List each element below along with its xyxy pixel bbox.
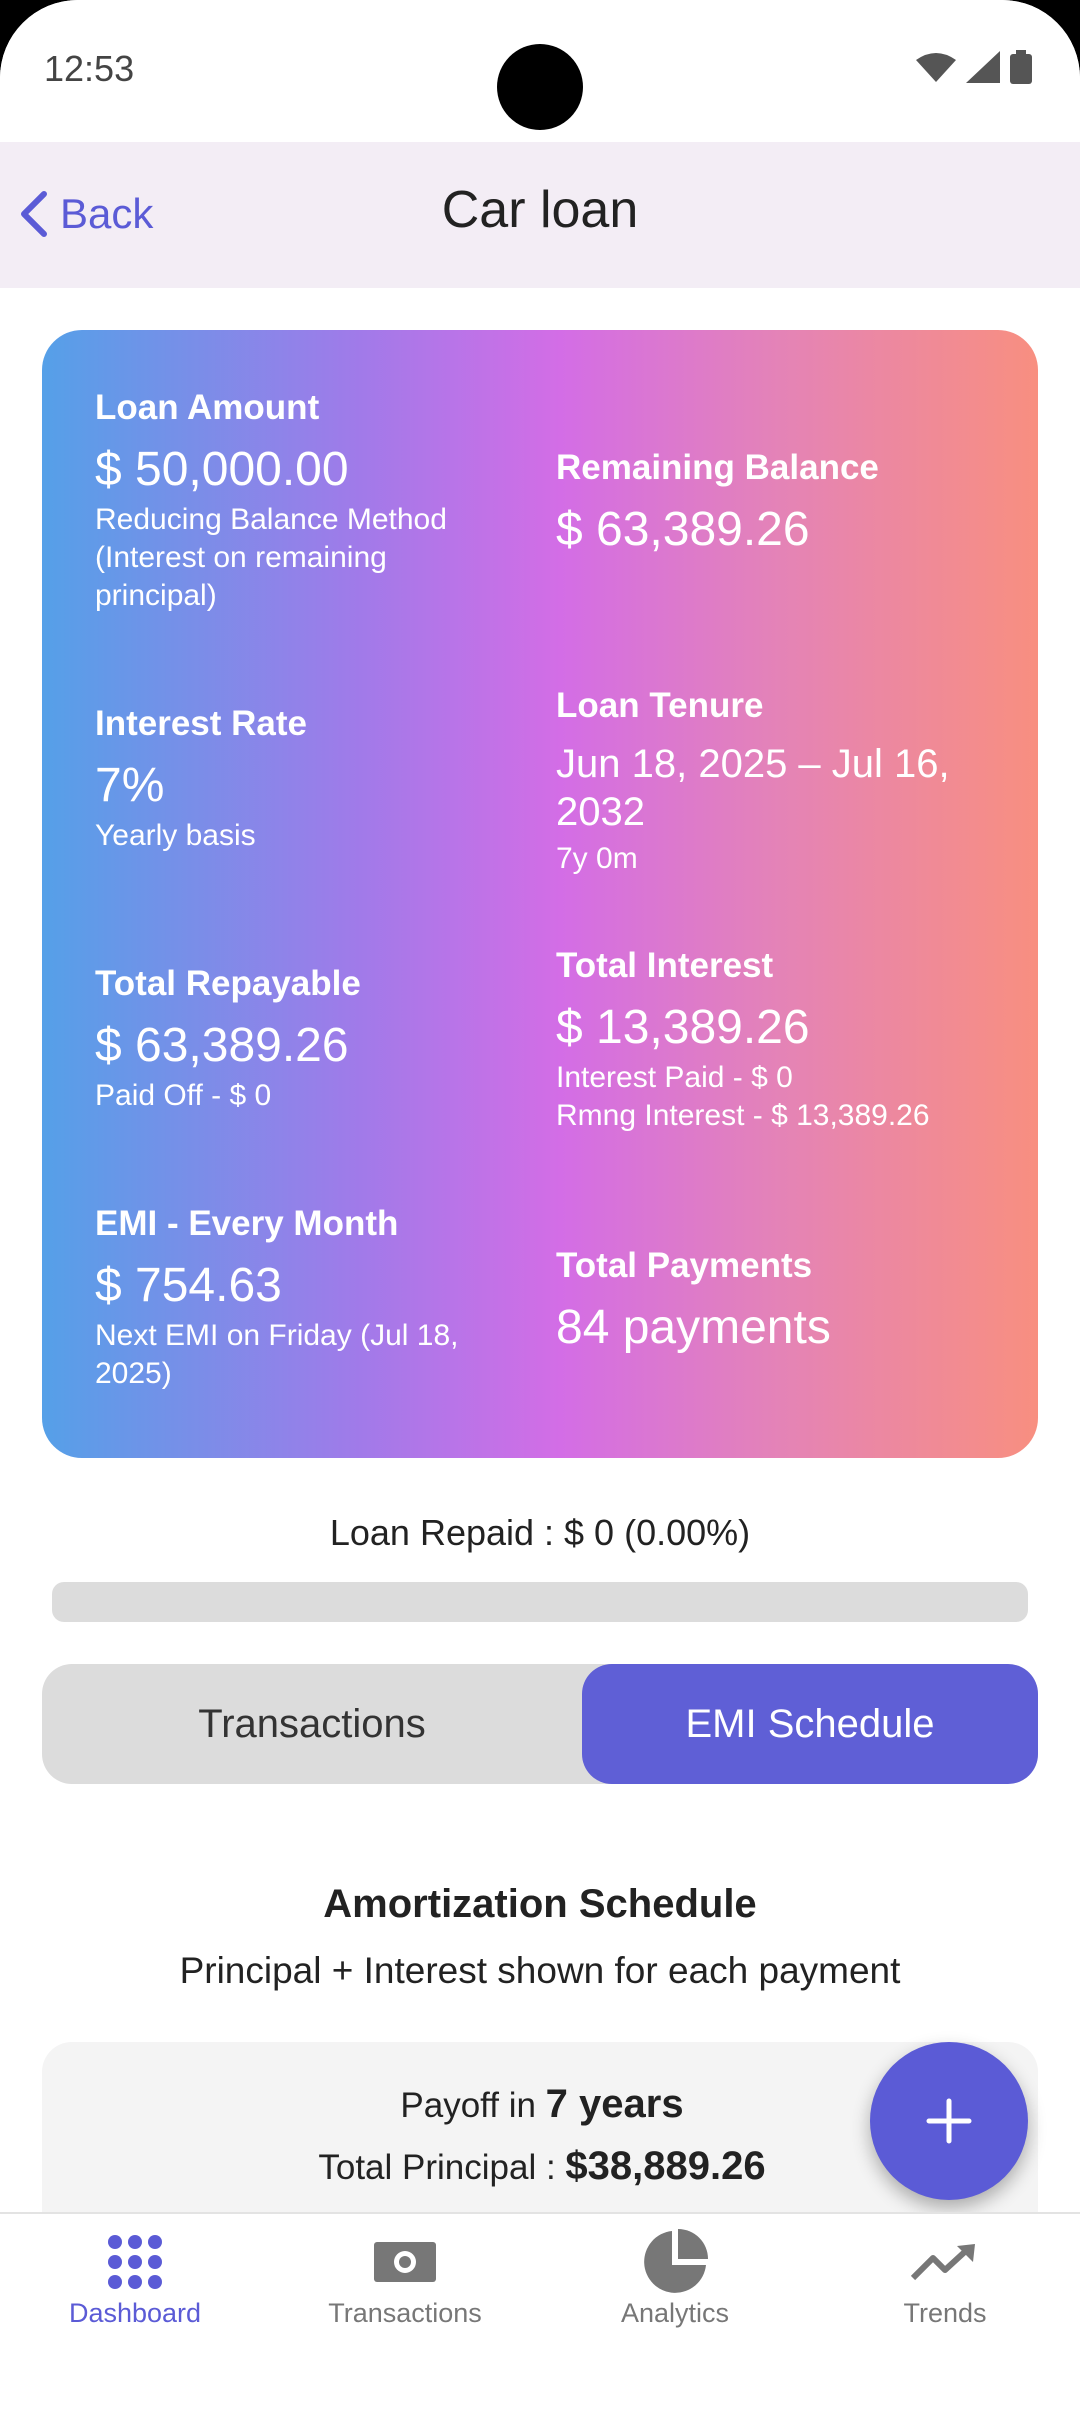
emi-value: $ 754.63 <box>95 1259 282 1312</box>
principal-value: $38,889.26 <box>565 2144 766 2188</box>
payoff-prefix: Payoff in <box>400 2086 546 2125</box>
loan-amount-note: Reducing Balance Method (Interest on rem… <box>95 503 447 612</box>
total-payments-value: 84 payments <box>556 1301 831 1354</box>
trend-up-icon <box>911 2244 975 2281</box>
nav-transactions-label: Transactions <box>328 2298 482 2328</box>
signal-icon <box>966 51 1000 83</box>
total-repayable-value: $ 63,389.26 <box>95 1019 349 1072</box>
repaid-progress-bar <box>52 1582 1028 1622</box>
nav-trends[interactable]: Trends <box>810 2226 1080 2329</box>
loan-tenure-block: Loan Tenure Jun 18, 2025 – Jul 16, 2032 … <box>556 686 996 878</box>
loan-tenure-value: Jun 18, 2025 – Jul 16, 2032 <box>556 742 950 834</box>
loan-amount-label: Loan Amount <box>95 388 320 427</box>
total-payments-block: Total Payments 84 payments <box>556 1246 996 1355</box>
grid-dots-icon <box>108 2235 162 2289</box>
total-repayable-block: Total Repayable $ 63,389.26 Paid Off - $… <box>95 964 515 1115</box>
page-title: Car loan <box>441 181 639 239</box>
gesture-bar[interactable] <box>398 2388 682 2398</box>
wifi-icon <box>916 53 956 82</box>
principal-prefix: Total Principal : <box>318 2148 566 2187</box>
total-interest-value: $ 13,389.26 <box>556 1001 810 1054</box>
schedule-subtitle: Principal + Interest shown for each paym… <box>179 1950 901 1991</box>
remaining-balance-block: Remaining Balance $ 63,389.26 <box>556 448 996 557</box>
battery-icon <box>1010 50 1032 84</box>
loan-amount-value: $ 50,000.00 <box>95 443 349 496</box>
interest-rate-block: Interest Rate 7% Yearly basis <box>95 704 515 855</box>
tab-emi-schedule[interactable]: EMI Schedule <box>582 1664 1038 1784</box>
loan-repaid-text: Loan Repaid : $ 0 (0.00%) <box>329 1512 751 1553</box>
total-payments-label: Total Payments <box>556 1246 813 1285</box>
total-interest-block: Total Interest $ 13,389.26 Interest Paid… <box>556 946 996 1135</box>
interest-rate-label: Interest Rate <box>95 704 308 743</box>
status-time: 12:53 <box>44 48 135 89</box>
loan-amount-block: Loan Amount $ 50,000.00 Reducing Balance… <box>95 388 515 615</box>
nav-transactions[interactable]: Transactions <box>270 2226 540 2329</box>
emi-label: EMI - Every Month <box>95 1204 399 1243</box>
camera-cutout <box>497 44 583 130</box>
remaining-interest-note: Rmng Interest - $ 13,389.26 <box>556 1099 930 1132</box>
nav-dashboard-label: Dashboard <box>68 2298 202 2328</box>
loan-summary-card: Loan Amount $ 50,000.00 Reducing Balance… <box>42 330 1038 1458</box>
remaining-balance-value: $ 63,389.26 <box>556 503 810 556</box>
interest-paid-note: Interest Paid - $ 0 <box>556 1061 793 1094</box>
remaining-balance-label: Remaining Balance <box>556 448 879 487</box>
nav-analytics-label: Analytics <box>620 2298 730 2328</box>
next-emi-note: Next EMI on Friday (Jul 18, 2025) <box>95 1319 459 1390</box>
status-icons <box>916 50 1032 84</box>
bottom-navigation: Dashboard Transactions Analytics Trends <box>0 2212 1080 2366</box>
tab-transactions[interactable]: Transactions <box>42 1664 582 1784</box>
total-repayable-label: Total Repayable <box>95 964 361 1003</box>
schedule-title: Amortization Schedule <box>323 1882 757 1926</box>
view-toggle: Transactions EMI Schedule <box>42 1664 1038 1784</box>
app-screen: 12:53 Back Car loan Loan Amount $ 50,000… <box>0 0 1080 2424</box>
interest-rate-value: 7% <box>95 759 165 812</box>
loan-tenure-label: Loan Tenure <box>556 686 764 725</box>
plus-icon <box>926 2098 972 2144</box>
loan-tenure-duration: 7y 0m <box>556 842 638 875</box>
status-bar: 12:53 <box>0 0 1080 142</box>
add-fab-button[interactable] <box>870 2042 1028 2200</box>
total-interest-label: Total Interest <box>556 946 774 985</box>
interest-rate-note: Yearly basis <box>95 819 256 852</box>
paid-off-note: Paid Off - $ 0 <box>95 1079 272 1112</box>
app-bar: Back Car loan <box>0 142 1080 288</box>
nav-dashboard[interactable]: Dashboard <box>0 2226 270 2329</box>
nav-analytics[interactable]: Analytics <box>540 2226 810 2329</box>
nav-trends-label: Trends <box>903 2298 987 2328</box>
pie-chart-icon <box>644 2229 708 2293</box>
emi-block: EMI - Every Month $ 754.63 Next EMI on F… <box>95 1204 515 1393</box>
payoff-value: 7 years <box>545 2082 684 2126</box>
cash-icon <box>374 2242 436 2282</box>
